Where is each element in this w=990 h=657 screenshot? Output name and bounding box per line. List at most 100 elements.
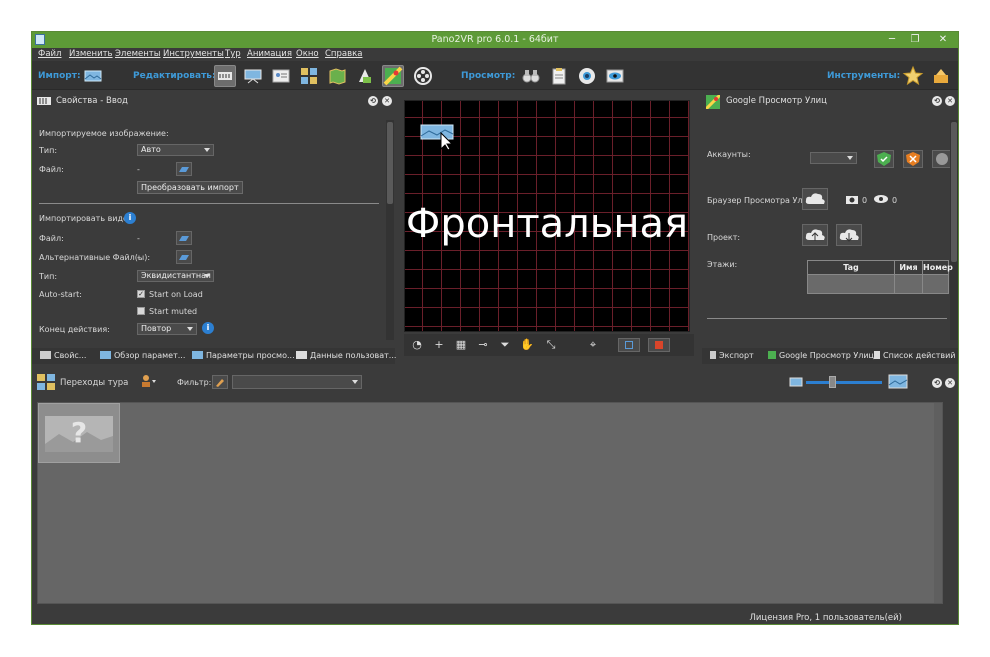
end-action-select[interactable]: Повтор — [137, 323, 197, 335]
tab-viewer-params[interactable]: Параметры просмо... — [192, 351, 295, 360]
project-upload-icon[interactable] — [802, 224, 828, 246]
animation-reel-icon[interactable] — [412, 65, 434, 87]
red-color-button[interactable] — [648, 338, 670, 352]
start-muted-checkbox[interactable] — [137, 307, 145, 315]
tab-user-data[interactable]: Данные пользоват... — [296, 351, 396, 360]
project-download-icon[interactable] — [836, 224, 862, 246]
streetview-scrollbar[interactable] — [950, 120, 958, 340]
float-panel-icon[interactable]: ⟲ — [932, 378, 942, 388]
tour-canvas[interactable]: ? — [37, 402, 943, 604]
menu-animation[interactable]: Анимация — [247, 49, 292, 59]
close-panel-icon[interactable]: ✕ — [382, 96, 392, 106]
tab-action-list[interactable]: Список действий — [874, 351, 956, 360]
floors-label: Этажи: — [707, 260, 738, 269]
main-toolbar: Импорт: Редактировать: Просмотр: Инструм… — [32, 61, 958, 90]
import-panorama-icon[interactable] — [82, 65, 104, 87]
end-action-label: Конец действия: — [39, 325, 110, 334]
tour-scrollbar[interactable] — [934, 403, 942, 603]
open-video-icon[interactable] — [176, 231, 192, 245]
tools-star-icon[interactable] — [902, 65, 924, 87]
tab-google-street-view[interactable]: Google Просмотр Улиц — [768, 351, 874, 360]
streetview-title: Google Просмотр Улиц — [726, 96, 827, 106]
compass-icon[interactable]: ◔ — [410, 338, 424, 352]
maximize-button[interactable]: ❐ — [904, 32, 926, 48]
viewer-preview-icon[interactable] — [576, 65, 598, 87]
blue-color-button[interactable] — [618, 338, 640, 352]
file-value: - — [137, 165, 140, 174]
open-alt-files-icon[interactable] — [176, 250, 192, 264]
filter-input[interactable] — [232, 375, 362, 389]
crosshair-icon[interactable]: + — [432, 338, 446, 352]
close-panel-icon[interactable]: ✕ — [945, 96, 955, 106]
tour-browser-icon[interactable] — [298, 65, 320, 87]
start-on-load-checkbox[interactable]: ✓ — [137, 290, 145, 298]
info-icon[interactable]: i — [124, 212, 136, 224]
import-label: Импорт: — [38, 71, 81, 81]
eye-preview-icon[interactable] — [604, 65, 626, 87]
fit-icon[interactable]: ⤡ — [544, 338, 558, 352]
menu-tools[interactable]: Инструменты — [163, 49, 224, 59]
minimize-button[interactable]: ─ — [881, 32, 903, 48]
remove-account-icon[interactable] — [903, 150, 923, 168]
floors-table-header: Tag Имя Номер — [808, 261, 953, 275]
user-data-icon[interactable] — [270, 65, 292, 87]
menu-edit[interactable]: Изменить — [69, 49, 113, 59]
convert-import-button[interactable]: Преобразовать импорт — [137, 181, 243, 194]
eye-icon — [874, 195, 888, 203]
clipboard-icon[interactable] — [548, 65, 570, 87]
measure-icon[interactable]: ⊸ — [476, 338, 490, 352]
tab-properties[interactable]: Свойс... — [40, 351, 86, 360]
browser-cloud-icon[interactable] — [802, 188, 828, 210]
float-panel-icon[interactable]: ⟲ — [368, 96, 378, 106]
thumb-size-slider[interactable] — [806, 381, 882, 384]
grid-icon[interactable]: ▦ — [454, 338, 468, 352]
close-button[interactable]: ✕ — [928, 32, 958, 48]
google-street-view-icon[interactable] — [382, 65, 404, 87]
map-icon[interactable] — [326, 65, 348, 87]
panorama-thumbnail[interactable]: ? — [38, 403, 120, 463]
account-settings-icon[interactable] — [932, 150, 952, 168]
user-menu-icon[interactable] — [140, 374, 158, 388]
end-action-info-icon[interactable]: i — [202, 322, 214, 334]
alt-files-label: Альтернативные Файл(ы): — [39, 253, 151, 262]
tools-wrench-icon[interactable] — [930, 65, 952, 87]
video-type-label: Тип: — [39, 272, 58, 281]
accounts-select[interactable] — [810, 152, 857, 164]
col-tag[interactable]: Tag — [808, 261, 895, 274]
filter-icon[interactable]: ⏷ — [498, 338, 512, 352]
menu-elements[interactable]: Элементы — [115, 49, 160, 59]
properties-scrollbar[interactable] — [386, 120, 394, 340]
import-panorama-icon — [420, 124, 454, 151]
binoculars-icon[interactable] — [520, 65, 542, 87]
menu-help[interactable]: Справка — [325, 49, 362, 59]
video-type-select[interactable]: Эквидистантная — [137, 270, 214, 282]
tour-transitions-icon — [37, 374, 55, 390]
viewing-parameters-icon[interactable] — [242, 65, 264, 87]
shield-icon[interactable] — [874, 150, 894, 168]
view-count: 0 — [892, 196, 898, 205]
preview-label: Просмотр: — [461, 71, 516, 81]
slider-handle[interactable] — [829, 376, 836, 388]
close-panel-icon[interactable]: ✕ — [945, 378, 955, 388]
patch-icon[interactable] — [354, 65, 376, 87]
project-label: Проект: — [707, 233, 741, 242]
type-select[interactable]: Авто — [137, 144, 214, 156]
menu-tour[interactable]: Тур — [225, 49, 241, 59]
filter-brush-icon[interactable] — [212, 375, 228, 389]
tab-export[interactable]: Экспорт — [710, 351, 754, 360]
float-panel-icon[interactable]: ⟲ — [932, 96, 942, 106]
table-row[interactable] — [808, 275, 948, 293]
video-file-label: Файл: — [39, 234, 64, 243]
menu-file[interactable]: Файл — [38, 49, 61, 59]
panorama-viewer[interactable]: Фронтальная — [404, 100, 690, 332]
col-number[interactable]: Номер — [923, 261, 953, 274]
properties-icon[interactable] — [214, 65, 236, 87]
cube-face-label: Фронтальная — [405, 201, 689, 247]
col-name[interactable]: Имя — [895, 261, 923, 274]
hand-icon[interactable]: ✋ — [520, 338, 534, 352]
open-file-icon[interactable] — [176, 162, 192, 176]
streetview-panel: Google Просмотр Улиц ⟲ ✕ Аккаунты: Брауз… — [702, 92, 958, 364]
target-icon[interactable]: ⌖ — [586, 338, 600, 352]
tab-view-params[interactable]: Обзор парамет... — [100, 351, 185, 360]
menu-window[interactable]: Окно — [296, 49, 319, 59]
